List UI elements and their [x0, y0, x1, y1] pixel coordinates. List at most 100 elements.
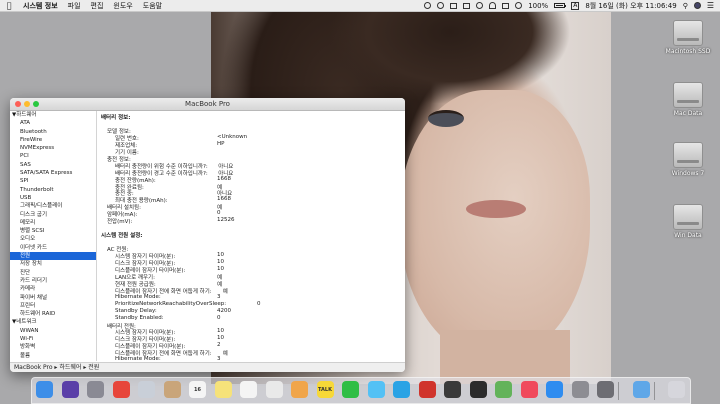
section-heading: 시스템 전원 설정: [101, 233, 143, 240]
sidebar-item[interactable]: 저장 장치 [10, 260, 96, 268]
sidebar-item[interactable]: 전원 [10, 252, 96, 261]
sidebar-item[interactable]: 방화벽 [10, 343, 96, 351]
hard-disk-icon [673, 82, 703, 108]
menubar-clock[interactable]: 8월 16일 (화) 오후 11:06:49 [585, 1, 676, 11]
desktop-disk-windows-7[interactable]: Windows 7 [664, 142, 712, 177]
sidebar-item[interactable]: 카드 리더기 [10, 277, 96, 285]
system-info-icon[interactable] [597, 381, 614, 398]
messenger-tray-icon[interactable] [450, 2, 458, 9]
photos-icon[interactable] [291, 381, 308, 398]
chrome-icon[interactable] [112, 381, 130, 398]
stickies-icon[interactable] [265, 381, 283, 398]
contacts-icon[interactable] [163, 381, 181, 398]
sidebar-item[interactable]: 하드웨어 RAID [10, 310, 96, 318]
calendar-icon[interactable]: 16 [189, 381, 206, 398]
sidebar-item[interactable]: 그래픽/디스플레이 [10, 202, 96, 210]
battery-icon[interactable] [554, 3, 567, 8]
sidebar-item[interactable]: SATA/SATA Express [10, 169, 96, 177]
line-icon[interactable] [342, 381, 359, 398]
sidebar-item[interactable]: Wi-Fi [10, 335, 96, 343]
sidebar-item[interactable]: 진단 [10, 269, 96, 277]
menu-extras: 100% A 8월 16일 (화) 오후 11:06:49 ⚲ ☰ [424, 1, 720, 11]
trash-icon[interactable] [668, 381, 685, 398]
sidebar-item[interactable]: 카메라 [10, 285, 96, 293]
itunes-icon[interactable] [520, 381, 538, 398]
property-value: 10 [217, 328, 224, 335]
apple-menu-icon[interactable]:  [0, 1, 18, 10]
sidebar-item[interactable]: SAS [10, 161, 96, 169]
sync-icon[interactable] [437, 2, 445, 9]
property-value: 2 [217, 342, 221, 349]
messages-icon[interactable] [367, 381, 385, 398]
sidebar-item[interactable]: 오디오 [10, 235, 96, 243]
wifi-icon[interactable] [489, 2, 497, 9]
menu-app-name[interactable]: 시스템 정보 [18, 1, 63, 11]
menu-file[interactable]: 파일 [63, 1, 86, 11]
sidebar-group[interactable]: ▼네트워크 [10, 318, 96, 326]
property-value: 10 [217, 265, 224, 272]
sidebar-group[interactable]: ▼하드웨어 [10, 111, 96, 119]
sidebar-item[interactable]: FireWire [10, 136, 96, 144]
sidebar-item[interactable]: SPI [10, 177, 96, 185]
menu-edit[interactable]: 편집 [86, 1, 109, 11]
sidebar-item[interactable]: 프린터 [10, 302, 96, 310]
sidebar-item[interactable]: Thunderbolt [10, 186, 96, 194]
spotlight-icon[interactable]: ⚲ [683, 2, 688, 10]
app-red-icon[interactable] [418, 381, 436, 398]
airplay-icon[interactable] [502, 2, 510, 9]
desktop-disk-macintosh-ssd[interactable]: Macintosh SSD [664, 20, 712, 55]
app-dark-icon[interactable] [444, 381, 461, 398]
skype-icon[interactable] [393, 381, 410, 398]
terminal-icon[interactable] [469, 381, 487, 398]
detail-pane[interactable]: 배터리 정보: 모델 정보: 일련 번호: <Unknown 제조업체: HP 기기 이름:… [97, 111, 405, 361]
sidebar-item[interactable]: Bluetooth [10, 128, 96, 136]
maps-icon[interactable] [495, 381, 512, 398]
finder-icon[interactable] [36, 381, 53, 398]
status-tray-icon[interactable] [476, 2, 484, 9]
wallpaper-eye [428, 110, 464, 127]
system-preferences-icon[interactable] [571, 381, 589, 398]
sidebar-item[interactable]: 메모리 [10, 219, 96, 227]
volume-icon[interactable] [515, 2, 523, 9]
input-source-indicator[interactable]: A [571, 1, 580, 10]
property-value: <Unknown [217, 133, 248, 140]
section-heading: 배터리 정보: [101, 115, 131, 121]
zoom-icon[interactable] [33, 101, 39, 107]
user-avatar-icon[interactable] [693, 2, 701, 9]
mail-icon[interactable] [138, 381, 155, 398]
hard-disk-icon [673, 20, 703, 46]
kakaotalk-icon[interactable]: TALK [316, 381, 334, 398]
reminders-icon[interactable] [240, 381, 257, 398]
sidebar-item[interactable]: 디스크 굽기 [10, 211, 96, 219]
property-label: Hibernate Mode: [115, 293, 161, 300]
siri-icon[interactable] [61, 381, 79, 398]
minimize-icon[interactable] [24, 101, 30, 107]
menu-window[interactable]: 윈도우 [108, 1, 137, 11]
sidebar-item[interactable]: USB [10, 194, 96, 202]
system-information-window: MacBook Pro ▼하드웨어 ATA Bluetooth FireWire NVM… [10, 98, 405, 372]
sidebar-item[interactable]: 볼륨 [10, 352, 96, 360]
sidebar-item[interactable]: 이더넷 카드 [10, 244, 96, 252]
sidebar-item[interactable]: 병렬 SCSI [10, 227, 96, 235]
folder-icon[interactable] [632, 381, 650, 398]
launchpad-icon[interactable] [87, 381, 104, 398]
sidebar-item[interactable]: PCI [10, 152, 96, 160]
wallpaper-lips [466, 200, 526, 218]
sidebar-item[interactable]: NVMExpress [10, 144, 96, 152]
kakao-tray-icon[interactable] [463, 2, 471, 9]
time-machine-icon[interactable] [424, 2, 432, 9]
sidebar-item[interactable]: WWAN [10, 327, 96, 335]
window-titlebar[interactable]: MacBook Pro [10, 98, 405, 111]
sidebar-item[interactable]: ATA [10, 119, 96, 127]
notification-center-icon[interactable]: ☰ [707, 1, 714, 10]
desktop-disk-win-data[interactable]: Win Data [664, 204, 712, 239]
app-store-icon[interactable] [546, 381, 563, 398]
notes-icon[interactable] [214, 381, 232, 398]
property-value: 0 [217, 210, 221, 217]
close-icon[interactable] [15, 101, 21, 107]
sidebar[interactable]: ▼하드웨어 ATA Bluetooth FireWire NVMExpress PCI SA… [10, 111, 97, 361]
sidebar-item[interactable]: 파이버 채널 [10, 294, 96, 302]
desktop-disk-mac-data[interactable]: Mac Data [664, 82, 712, 117]
menu-help[interactable]: 도움말 [138, 1, 167, 11]
property-value: 10 [217, 252, 224, 258]
